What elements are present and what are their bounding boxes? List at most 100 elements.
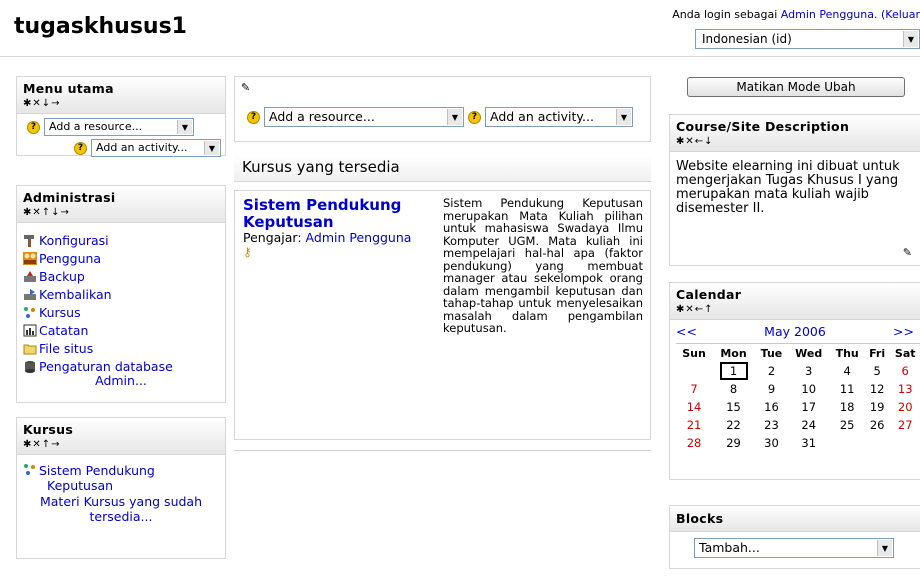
calendar-prev-link[interactable]: << — [676, 324, 697, 339]
block-content: ? Add a resource... ▼ ? Add an activity..… — [17, 114, 225, 161]
calendar-day[interactable]: 12 — [865, 380, 890, 398]
calendar-day[interactable]: 28 — [676, 434, 712, 452]
calendar-day — [676, 362, 712, 380]
blocks-block: Blocks Tambah... ▼ — [669, 505, 920, 569]
site-title: tugaskhusus1 — [14, 14, 187, 39]
help-icon[interactable]: ? — [468, 110, 481, 124]
add-activity-value: Add an activity... — [96, 141, 188, 154]
chevron-down-icon: ▼ — [903, 31, 918, 47]
language-value: Indonesian (id) — [702, 32, 792, 46]
block-controls[interactable]: ✱✕↑↓→ — [23, 207, 219, 218]
logs-icon — [23, 324, 37, 337]
admin-item-pengguna[interactable]: Pengguna — [23, 249, 219, 267]
calendar-week: 21 22 23 24 25 26 27 — [676, 416, 920, 434]
calendar-day[interactable]: 5 — [865, 362, 890, 380]
block-content: Sistem Pendukung Keputusan Materi Kursus… — [17, 455, 225, 528]
course-link[interactable]: Sistem Pendukung Keputusan — [23, 463, 219, 493]
add-activity-select[interactable]: Add an activity... ▼ — [91, 139, 221, 157]
login-user-link[interactable]: Admin Pengguna. — [781, 8, 878, 21]
block-header: Calendar ✱✕←↑ — [670, 283, 920, 320]
weekday: Thu — [835, 346, 859, 360]
logout-link[interactable]: (Keluar — [877, 8, 920, 21]
block-title: Kursus — [23, 422, 74, 437]
edit-summary-icon[interactable]: ✎ — [241, 81, 250, 94]
calendar-day[interactable]: 19 — [865, 398, 890, 416]
teacher-link[interactable]: Admin Pengguna — [306, 230, 412, 245]
calendar-day[interactable]: 11 — [829, 380, 864, 398]
admin-item-label: Kursus — [39, 304, 81, 320]
calendar-block: Calendar ✱✕←↑ << May 2006 >> Sun Mon Tue… — [669, 282, 920, 480]
calendar-day[interactable]: 29 — [712, 434, 755, 452]
help-icon[interactable]: ? — [27, 120, 40, 134]
center-add-activity-select[interactable]: Add an activity... ▼ — [485, 107, 633, 127]
calendar-day — [829, 434, 864, 452]
calendar-day — [889, 434, 920, 452]
help-icon[interactable]: ? — [74, 141, 87, 155]
calendar-day[interactable]: 24 — [788, 416, 829, 434]
calendar-day[interactable]: 13 — [889, 380, 920, 398]
calendar-day[interactable]: 30 — [755, 434, 788, 452]
course-summary: Sistem Pendukung Keputusan merupakan Mat… — [443, 196, 643, 335]
calendar-day[interactable]: 22 — [712, 416, 755, 434]
block-header: Kursus ✱✕↑→ — [17, 418, 225, 455]
admin-item-konfigurasi[interactable]: Konfigurasi — [23, 231, 219, 249]
calendar-day — [865, 434, 890, 452]
add-resource-select[interactable]: Add a resource... ▼ — [44, 118, 194, 136]
calendar-day[interactable]: 9 — [755, 380, 788, 398]
calendar-day[interactable]: 16 — [755, 398, 788, 416]
calendar-next-link[interactable]: >> — [893, 324, 914, 339]
administrasi-block: Administrasi ✱✕↑↓→ Konfigurasi Pengguna … — [16, 185, 226, 403]
calendar-day[interactable]: 6 — [889, 362, 920, 380]
calendar-day[interactable]: 14 — [676, 398, 712, 416]
calendar-day[interactable]: 15 — [712, 398, 755, 416]
calendar-day[interactable]: 4 — [829, 362, 864, 380]
block-header: Administrasi ✱✕↑↓→ — [17, 186, 225, 223]
calendar-day[interactable]: 23 — [755, 416, 788, 434]
more-courses-link[interactable]: Materi Kursus yang sudah tersedia... — [23, 494, 219, 524]
center-add-resource-select[interactable]: Add a resource... ▼ — [264, 107, 464, 127]
admin-item-catatan[interactable]: Catatan — [23, 321, 219, 339]
weekday: Sat — [894, 346, 916, 360]
block-controls[interactable]: ✱✕←↓ — [676, 136, 914, 147]
calendar-day[interactable]: 17 — [788, 398, 829, 416]
admin-item-file-situs[interactable]: File situs — [23, 339, 219, 357]
edit-description-icon[interactable]: ✎ — [903, 246, 912, 259]
calendar-day[interactable]: 2 — [755, 362, 788, 380]
calendar-day[interactable]: 18 — [829, 398, 864, 416]
calendar-day[interactable]: 8 — [712, 380, 755, 398]
calendar-day[interactable]: 31 — [788, 434, 829, 452]
calendar-day-today[interactable]: 1 — [712, 362, 755, 380]
admin-item-kursus[interactable]: Kursus — [23, 303, 219, 321]
calendar-day[interactable]: 26 — [865, 416, 890, 434]
calendar-day[interactable]: 27 — [889, 416, 920, 434]
calendar-day[interactable]: 25 — [829, 416, 864, 434]
block-controls[interactable]: ✱✕↑→ — [23, 439, 219, 450]
teacher-label: Pengajar: — [243, 230, 306, 245]
admin-item-kembalikan[interactable]: Kembalikan — [23, 285, 219, 303]
calendar-day[interactable]: 10 — [788, 380, 829, 398]
admin-item-label: Pengguna — [39, 250, 102, 266]
admin-item-label: Kembalikan — [39, 286, 112, 302]
calendar-day[interactable]: 3 — [788, 362, 829, 380]
block-controls[interactable]: ✱✕←↑ — [676, 304, 914, 315]
weekday: Tue — [760, 346, 783, 360]
block-controls[interactable]: ✱✕↓→ — [23, 98, 219, 109]
description-text: Website elearning ini dibuat untuk menge… — [676, 159, 900, 216]
add-resource-value: Add a resource... — [49, 120, 143, 133]
calendar-day[interactable]: 21 — [676, 416, 712, 434]
calendar-day[interactable]: 20 — [889, 398, 920, 416]
add-block-select[interactable]: Tambah... ▼ — [694, 538, 894, 558]
more-courses-line1: Materi Kursus yang sudah — [39, 494, 203, 509]
center-add-resource-value: Add a resource... — [269, 109, 375, 124]
calendar-month-link[interactable]: May 2006 — [764, 324, 826, 339]
login-prefix: Anda login sebagai — [672, 8, 781, 21]
calendar-day[interactable]: 7 — [676, 380, 712, 398]
admin-database-sub-link[interactable]: Admin... — [95, 373, 147, 388]
admin-item-backup[interactable]: Backup — [23, 267, 219, 285]
available-courses-header: Kursus yang tersedia — [234, 155, 651, 182]
toggle-edit-mode-button[interactable]: Matikan Mode Ubah — [687, 77, 905, 97]
help-icon[interactable]: ? — [247, 110, 260, 124]
course-title-link[interactable]: Sistem Pendukung Keputusan — [243, 197, 433, 231]
language-select[interactable]: Indonesian (id) ▼ — [695, 29, 920, 49]
admin-item-label: File situs — [39, 340, 94, 356]
